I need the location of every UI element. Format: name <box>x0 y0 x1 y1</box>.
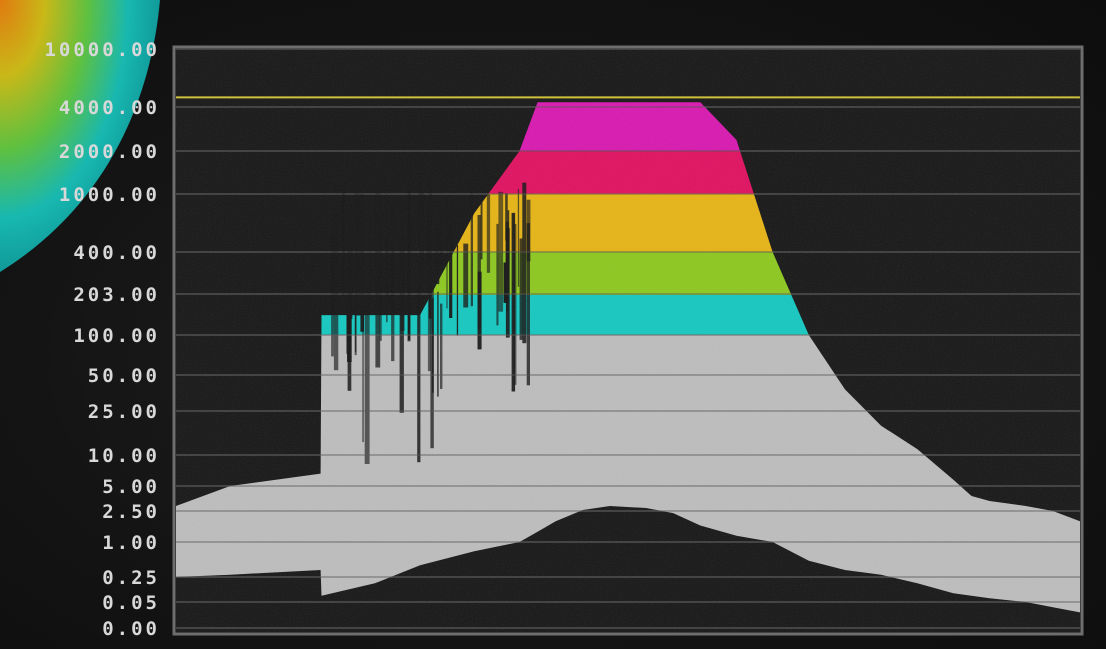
y-tick-label: 100.00 <box>73 325 160 347</box>
y-tick-label: 10.00 <box>88 445 160 467</box>
y-tick-label: 203.00 <box>73 284 160 306</box>
y-tick-label: 0.00 <box>102 618 160 640</box>
y-tick-label: 50.00 <box>88 365 160 387</box>
y-tick-label: 0.05 <box>102 592 160 614</box>
y-tick-label: 1.00 <box>102 532 160 554</box>
y-tick-label: 0.25 <box>102 567 160 589</box>
waveform-noise <box>176 49 1080 632</box>
y-tick-label: 5.00 <box>102 476 160 498</box>
y-tick-label: 2.50 <box>102 501 160 523</box>
y-tick-label: 2000.00 <box>59 141 160 163</box>
y-tick-label: 25.00 <box>88 401 160 423</box>
y-tick-label: 1000.00 <box>59 184 160 206</box>
y-tick-label: 4000.00 <box>59 97 160 119</box>
y-tick-label: 10000.00 <box>44 39 160 61</box>
y-tick-label: 400.00 <box>73 242 160 264</box>
waveform-scope: 10000.00 4000.00 2000.00 1000.00 400.00 203.0… <box>0 0 1084 640</box>
